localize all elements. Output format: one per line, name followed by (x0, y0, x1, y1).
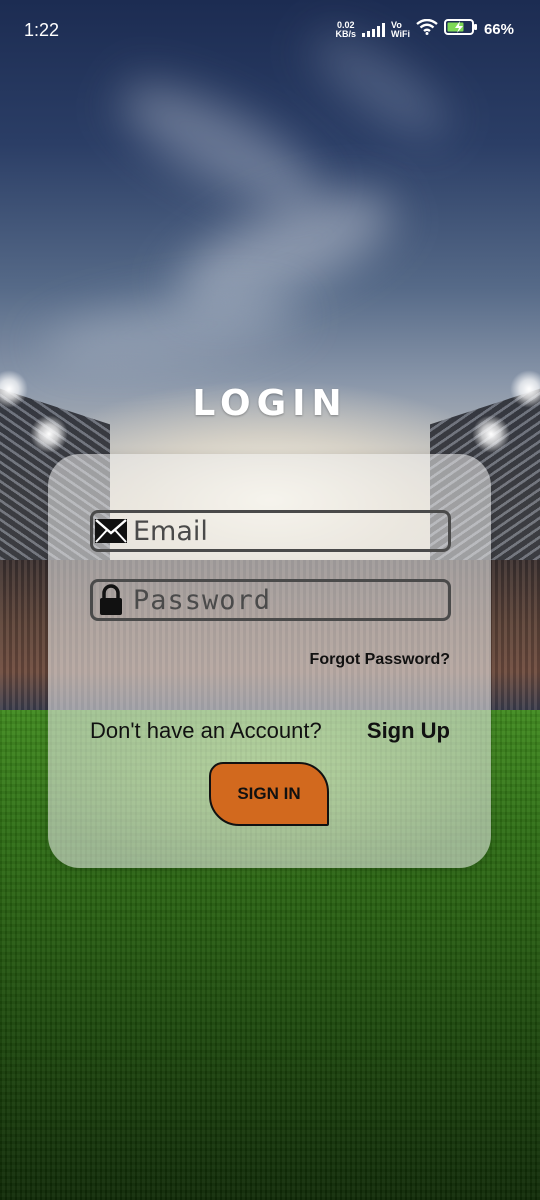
password-field[interactable] (90, 579, 451, 621)
network-speed-unit: KB/s (335, 28, 357, 39)
email-field[interactable] (90, 510, 451, 552)
vowifi-bottom: WiFi (391, 28, 410, 39)
no-account-text: Don't have an Account? (90, 718, 322, 743)
password-input[interactable] (129, 582, 443, 618)
status-indicators: 0.02 KB/s Vo WiFi 66% (336, 18, 514, 41)
wifi-icon (416, 18, 438, 40)
battery-percent: 66% (483, 21, 514, 38)
status-time: 1:22 (24, 20, 60, 40)
signup-prompt: Don't have an Account? Sign Up (90, 718, 450, 744)
forgot-password-link[interactable]: Forgot Password? (310, 651, 450, 669)
battery-charging-icon (443, 18, 478, 41)
sign-up-link[interactable]: Sign Up (367, 718, 450, 744)
login-card: Forgot Password? Don't have an Account? … (48, 454, 491, 868)
status-bar: 1:22 0.02 KB/s Vo WiFi 66% (0, 0, 540, 60)
login-screen: 1:22 0.02 KB/s Vo WiFi 66% LOGIN Email F… (0, 0, 540, 1200)
network-speed: 0.02 KB/s (335, 20, 357, 39)
signal-icon (362, 22, 386, 37)
page-title: LOGIN (192, 383, 348, 424)
envelope-icon (93, 513, 129, 549)
email-input[interactable] (129, 513, 443, 549)
sign-in-button[interactable]: SIGN IN (209, 762, 329, 826)
sky-cloud (37, 282, 303, 378)
lock-icon (93, 582, 129, 618)
vowifi-indicator: Vo WiFi (391, 20, 410, 39)
